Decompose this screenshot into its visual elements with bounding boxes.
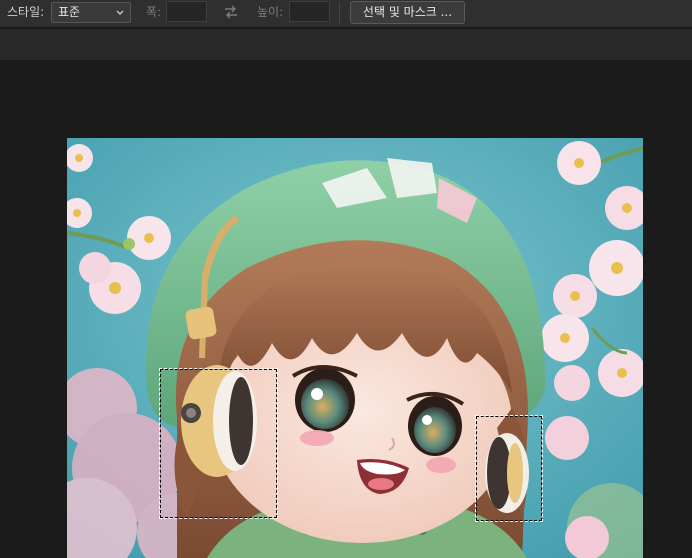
marquee-selection-right[interactable]	[475, 415, 543, 522]
style-label: 스타일:	[7, 5, 45, 19]
width-label: 폭:	[146, 5, 162, 19]
marquee-selection-left[interactable]	[159, 368, 278, 519]
height-field[interactable]	[289, 1, 330, 22]
toolbar-divider	[339, 2, 340, 24]
width-field[interactable]	[166, 1, 207, 22]
height-label: 높이:	[257, 5, 284, 19]
chevron-down-icon	[114, 3, 126, 22]
style-dropdown[interactable]: 표준	[51, 2, 131, 23]
document-tab-strip	[0, 28, 692, 61]
document-canvas[interactable]	[67, 138, 643, 558]
artwork-image	[67, 138, 643, 558]
style-value: 표준	[58, 5, 81, 19]
options-bar: 스타일: 표준 폭: 높이: 선택 및 마스크 ...	[0, 0, 692, 27]
select-and-mask-button[interactable]: 선택 및 마스크 ...	[350, 1, 465, 24]
swap-arrows-icon[interactable]	[223, 4, 239, 20]
